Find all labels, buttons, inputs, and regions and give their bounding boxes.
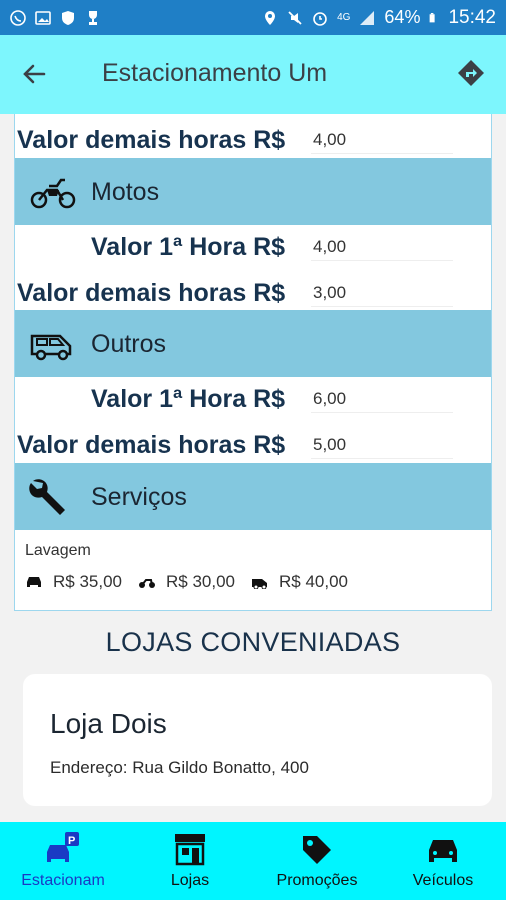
price-row: Valor 1ª Hora R$ 6,00 <box>15 377 491 421</box>
nav-label: Lojas <box>170 872 210 889</box>
price-input[interactable]: 3,00 <box>311 279 453 307</box>
trophy-icon <box>89 10 97 25</box>
tag-icon <box>303 836 331 864</box>
prices-panel: Valor demais horas R$ 4,00 Motos Valor 1… <box>14 114 492 611</box>
nav-item-veiculos[interactable]: Veículos <box>380 822 506 900</box>
price-label: Valor 1ª Hora R$ <box>91 233 286 261</box>
price-input[interactable]: 6,00 <box>311 385 453 413</box>
section-label: Motos <box>91 178 160 206</box>
price-label: Valor demais horas R$ <box>17 431 286 459</box>
wrench-icon <box>29 479 65 515</box>
network-type: 4G <box>337 12 351 23</box>
nav-item-lojas[interactable]: Lojas <box>126 822 254 900</box>
battery-icon <box>430 12 436 22</box>
price-input[interactable]: 5,00 <box>311 431 453 459</box>
location-icon <box>265 10 276 25</box>
battery-percent: 64% <box>384 7 421 27</box>
price-label: Valor 1ª Hora R$ <box>91 385 286 413</box>
status-bar: 4G 64% 15:42 <box>0 0 506 35</box>
page-title: Estacionamento Um <box>102 59 328 87</box>
nav-item-estacionamento[interactable]: P Estacionam <box>0 822 126 900</box>
van-icon <box>30 334 72 361</box>
section-servicos: Serviços <box>15 463 491 530</box>
alarm-icon <box>313 11 327 26</box>
store-card[interactable]: Loja Dois Endereço: Rua Gildo Bonatto, 4… <box>23 674 492 806</box>
nav-label: Veículos <box>412 872 474 889</box>
image-icon <box>35 10 51 25</box>
section-label: Serviços <box>91 483 187 511</box>
price-input[interactable]: 4,00 <box>311 126 453 154</box>
car-icon <box>429 840 457 862</box>
price-row: Valor 1ª Hora R$ 4,00 <box>15 225 491 269</box>
bottom-nav: P Estacionam Lojas Promoções Veículos <box>0 822 506 900</box>
store-address: Endereço: Rua Gildo Bonatto, 400 <box>50 758 309 777</box>
svg-text:P: P <box>68 835 75 847</box>
status-left-icons <box>10 9 101 26</box>
service-price-car: R$ 35,00 <box>53 572 122 591</box>
price-input[interactable]: 4,00 <box>311 233 453 261</box>
nav-label: Estacionam <box>21 872 105 889</box>
service-prices: R$ 35,00 R$ 30,00 R$ 40,00 <box>25 572 364 592</box>
section-label: Outros <box>91 330 167 358</box>
motorcycle-icon <box>30 178 76 209</box>
section-motos: Motos <box>15 158 491 225</box>
shield-icon <box>62 10 74 25</box>
directions-icon[interactable] <box>456 58 486 88</box>
service-title: Lavagem <box>25 542 91 559</box>
van-icon <box>252 579 267 589</box>
store-icon <box>175 834 205 866</box>
lojas-heading: LOJAS CONVENIADAS <box>105 627 401 657</box>
back-arrow-icon[interactable] <box>20 60 48 88</box>
service-price-moto: R$ 30,00 <box>166 572 235 591</box>
price-row: Valor demais horas R$ 4,00 <box>15 118 491 162</box>
motorcycle-icon <box>139 579 155 588</box>
service-price-outros: R$ 40,00 <box>279 572 348 591</box>
parking-car-icon: P <box>47 832 79 862</box>
signal-icon <box>360 10 375 25</box>
price-row: Valor demais horas R$ 3,00 <box>15 271 491 315</box>
mute-icon <box>288 10 302 25</box>
store-name: Loja Dois <box>50 708 167 739</box>
services-box: Lavagem R$ 35,00 R$ 30,00 R$ 40,00 <box>15 530 491 610</box>
section-outros: Outros <box>15 310 491 377</box>
whatsapp-icon <box>10 9 26 26</box>
price-row: Valor demais horas R$ 5,00 <box>15 423 491 467</box>
nav-item-promocoes[interactable]: Promoções <box>254 822 380 900</box>
clock: 15:42 <box>448 6 496 28</box>
price-label: Valor demais horas R$ <box>17 279 286 307</box>
app-bar: Estacionamento Um <box>0 35 506 114</box>
car-icon <box>27 577 41 587</box>
price-label: Valor demais horas R$ <box>17 126 286 154</box>
nav-label: Promoções <box>276 872 358 889</box>
status-right-icons: 4G 64% 15:42 <box>262 7 496 29</box>
